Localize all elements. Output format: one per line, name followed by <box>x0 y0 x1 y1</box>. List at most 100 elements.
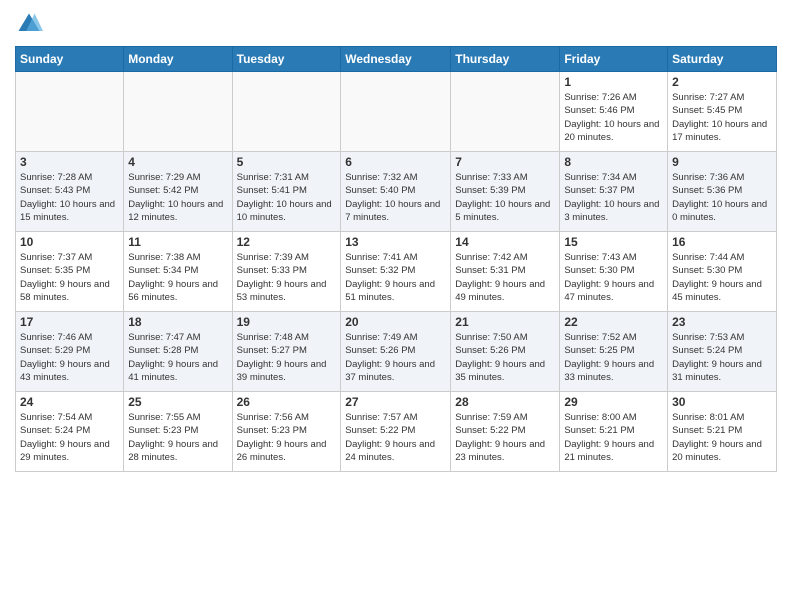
calendar-cell: 2 Sunrise: 7:27 AM Sunset: 5:45 PM Daylig… <box>668 72 777 152</box>
weekday-header: Monday <box>124 47 232 72</box>
weekday-header: Wednesday <box>341 47 451 72</box>
logo <box>15 10 45 38</box>
day-number: 11 <box>128 235 227 249</box>
calendar-cell: 21 Sunrise: 7:50 AM Sunset: 5:26 PM Dayli… <box>451 312 560 392</box>
day-number: 1 <box>564 75 663 89</box>
day-info: Sunrise: 7:55 AM Sunset: 5:23 PM Dayligh… <box>128 411 227 464</box>
calendar-cell: 3Sunrise: 7:28 AM Sunset: 5:43 PM Daylig… <box>16 152 124 232</box>
calendar-cell: 18Sunrise: 7:47 AM Sunset: 5:28 PM Dayli… <box>124 312 232 392</box>
calendar-cell: 20Sunrise: 7:49 AM Sunset: 5:26 PM Dayli… <box>341 312 451 392</box>
calendar-cell: 27 Sunrise: 7:57 AM Sunset: 5:22 PM Dayli… <box>341 392 451 472</box>
calendar-week-row: 24Sunrise: 7:54 AM Sunset: 5:24 PM Dayli… <box>16 392 777 472</box>
weekday-header: Friday <box>560 47 668 72</box>
day-info: Sunrise: 7:44 AM Sunset: 5:30 PM Dayligh… <box>672 251 772 304</box>
calendar-cell: 23 Sunrise: 7:53 AM Sunset: 5:24 PM Dayli… <box>668 312 777 392</box>
calendar-cell: 22 Sunrise: 7:52 AM Sunset: 5:25 PM Dayli… <box>560 312 668 392</box>
day-info: Sunrise: 8:01 AM Sunset: 5:21 PM Dayligh… <box>672 411 772 464</box>
day-number: 20 <box>345 315 446 329</box>
calendar-cell: 26 Sunrise: 7:56 AM Sunset: 5:23 PM Dayli… <box>232 392 341 472</box>
day-number: 27 <box>345 395 446 409</box>
calendar-cell: 19 Sunrise: 7:48 AM Sunset: 5:27 PM Dayli… <box>232 312 341 392</box>
calendar-week-row: 1 Sunrise: 7:26 AM Sunset: 5:46 PM Daylig… <box>16 72 777 152</box>
day-number: 6 <box>345 155 446 169</box>
calendar-cell: 7 Sunrise: 7:33 AM Sunset: 5:39 PM Daylig… <box>451 152 560 232</box>
day-info: Sunrise: 7:56 AM Sunset: 5:23 PM Dayligh… <box>237 411 337 464</box>
calendar-cell: 17 Sunrise: 7:46 AM Sunset: 5:29 PM Dayli… <box>16 312 124 392</box>
calendar-cell: 30Sunrise: 8:01 AM Sunset: 5:21 PM Dayli… <box>668 392 777 472</box>
day-info: Sunrise: 7:41 AM Sunset: 5:32 PM Dayligh… <box>345 251 446 304</box>
calendar-cell: 24Sunrise: 7:54 AM Sunset: 5:24 PM Dayli… <box>16 392 124 472</box>
calendar-cell: 29 Sunrise: 8:00 AM Sunset: 5:21 PM Dayli… <box>560 392 668 472</box>
day-info: Sunrise: 7:54 AM Sunset: 5:24 PM Dayligh… <box>20 411 119 464</box>
calendar-cell <box>341 72 451 152</box>
weekday-header: Saturday <box>668 47 777 72</box>
calendar-cell: 5Sunrise: 7:31 AM Sunset: 5:41 PM Daylig… <box>232 152 341 232</box>
calendar-cell <box>451 72 560 152</box>
day-info: Sunrise: 7:36 AM Sunset: 5:36 PM Dayligh… <box>672 171 772 224</box>
day-info: Sunrise: 7:27 AM Sunset: 5:45 PM Dayligh… <box>672 91 772 144</box>
day-number: 25 <box>128 395 227 409</box>
day-info: Sunrise: 8:00 AM Sunset: 5:21 PM Dayligh… <box>564 411 663 464</box>
calendar-cell: 16 Sunrise: 7:44 AM Sunset: 5:30 PM Dayli… <box>668 232 777 312</box>
calendar-cell: 12 Sunrise: 7:39 AM Sunset: 5:33 PM Dayli… <box>232 232 341 312</box>
day-number: 10 <box>20 235 119 249</box>
calendar-cell: 6 Sunrise: 7:32 AM Sunset: 5:40 PM Daylig… <box>341 152 451 232</box>
calendar-week-row: 3Sunrise: 7:28 AM Sunset: 5:43 PM Daylig… <box>16 152 777 232</box>
day-number: 13 <box>345 235 446 249</box>
day-number: 15 <box>564 235 663 249</box>
weekday-header: Tuesday <box>232 47 341 72</box>
calendar-cell: 14 Sunrise: 7:42 AM Sunset: 5:31 PM Dayli… <box>451 232 560 312</box>
calendar-week-row: 17 Sunrise: 7:46 AM Sunset: 5:29 PM Dayli… <box>16 312 777 392</box>
day-info: Sunrise: 7:59 AM Sunset: 5:22 PM Dayligh… <box>455 411 555 464</box>
day-info: Sunrise: 7:48 AM Sunset: 5:27 PM Dayligh… <box>237 331 337 384</box>
day-info: Sunrise: 7:42 AM Sunset: 5:31 PM Dayligh… <box>455 251 555 304</box>
day-info: Sunrise: 7:37 AM Sunset: 5:35 PM Dayligh… <box>20 251 119 304</box>
calendar-week-row: 10 Sunrise: 7:37 AM Sunset: 5:35 PM Dayli… <box>16 232 777 312</box>
day-number: 12 <box>237 235 337 249</box>
day-number: 23 <box>672 315 772 329</box>
page-container: SundayMondayTuesdayWednesdayThursdayFrid… <box>0 0 792 482</box>
day-number: 7 <box>455 155 555 169</box>
calendar-cell: 8 Sunrise: 7:34 AM Sunset: 5:37 PM Daylig… <box>560 152 668 232</box>
calendar-cell: 13 Sunrise: 7:41 AM Sunset: 5:32 PM Dayli… <box>341 232 451 312</box>
day-number: 5 <box>237 155 337 169</box>
calendar-table: SundayMondayTuesdayWednesdayThursdayFrid… <box>15 46 777 472</box>
day-info: Sunrise: 7:46 AM Sunset: 5:29 PM Dayligh… <box>20 331 119 384</box>
day-number: 16 <box>672 235 772 249</box>
day-info: Sunrise: 7:53 AM Sunset: 5:24 PM Dayligh… <box>672 331 772 384</box>
day-number: 19 <box>237 315 337 329</box>
day-number: 9 <box>672 155 772 169</box>
day-number: 21 <box>455 315 555 329</box>
day-number: 3 <box>20 155 119 169</box>
day-number: 22 <box>564 315 663 329</box>
day-info: Sunrise: 7:43 AM Sunset: 5:30 PM Dayligh… <box>564 251 663 304</box>
day-number: 14 <box>455 235 555 249</box>
calendar-cell: 4Sunrise: 7:29 AM Sunset: 5:42 PM Daylig… <box>124 152 232 232</box>
calendar-cell: 28 Sunrise: 7:59 AM Sunset: 5:22 PM Dayli… <box>451 392 560 472</box>
weekday-header: Thursday <box>451 47 560 72</box>
day-number: 8 <box>564 155 663 169</box>
day-number: 17 <box>20 315 119 329</box>
day-info: Sunrise: 7:39 AM Sunset: 5:33 PM Dayligh… <box>237 251 337 304</box>
calendar-cell: 25 Sunrise: 7:55 AM Sunset: 5:23 PM Dayli… <box>124 392 232 472</box>
calendar-cell <box>124 72 232 152</box>
day-info: Sunrise: 7:52 AM Sunset: 5:25 PM Dayligh… <box>564 331 663 384</box>
day-info: Sunrise: 7:38 AM Sunset: 5:34 PM Dayligh… <box>128 251 227 304</box>
day-info: Sunrise: 7:34 AM Sunset: 5:37 PM Dayligh… <box>564 171 663 224</box>
day-number: 2 <box>672 75 772 89</box>
day-info: Sunrise: 7:26 AM Sunset: 5:46 PM Dayligh… <box>564 91 663 144</box>
weekday-header-row: SundayMondayTuesdayWednesdayThursdayFrid… <box>16 47 777 72</box>
weekday-header: Sunday <box>16 47 124 72</box>
calendar-cell: 11 Sunrise: 7:38 AM Sunset: 5:34 PM Dayli… <box>124 232 232 312</box>
day-info: Sunrise: 7:57 AM Sunset: 5:22 PM Dayligh… <box>345 411 446 464</box>
day-info: Sunrise: 7:33 AM Sunset: 5:39 PM Dayligh… <box>455 171 555 224</box>
day-info: Sunrise: 7:50 AM Sunset: 5:26 PM Dayligh… <box>455 331 555 384</box>
header <box>15 10 777 38</box>
day-number: 29 <box>564 395 663 409</box>
calendar-cell: 1 Sunrise: 7:26 AM Sunset: 5:46 PM Daylig… <box>560 72 668 152</box>
day-number: 28 <box>455 395 555 409</box>
day-info: Sunrise: 7:32 AM Sunset: 5:40 PM Dayligh… <box>345 171 446 224</box>
day-number: 26 <box>237 395 337 409</box>
day-number: 4 <box>128 155 227 169</box>
calendar-cell: 9 Sunrise: 7:36 AM Sunset: 5:36 PM Daylig… <box>668 152 777 232</box>
